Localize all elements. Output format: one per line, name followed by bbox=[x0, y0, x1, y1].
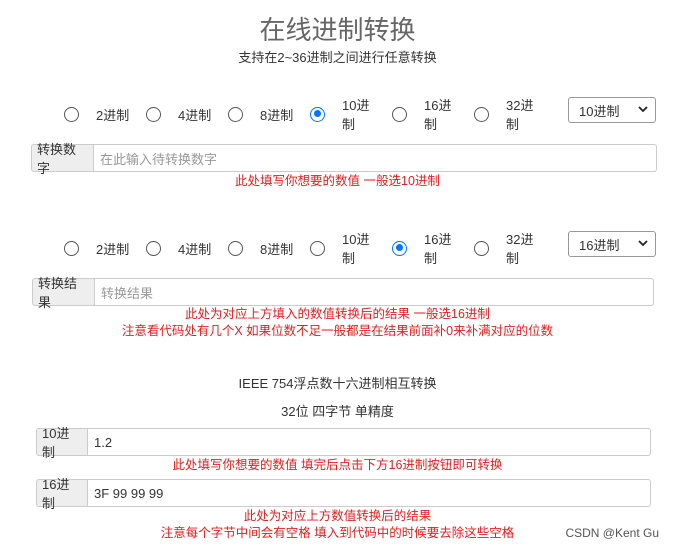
ieee-hex-group: 16进制 3F 99 99 99 bbox=[36, 477, 651, 511]
radio-label: 4进制 bbox=[178, 107, 212, 123]
ieee-subheading: 32位 四字节 单精度 bbox=[281, 404, 394, 419]
radio-button[interactable] bbox=[392, 106, 407, 122]
decimal-value-input[interactable]: 1.2 bbox=[88, 428, 651, 456]
radio-button[interactable] bbox=[146, 106, 161, 122]
watermark: CSDN @Kent Gu bbox=[565, 526, 659, 540]
ieee-decimal-group: 10进制 1.2 bbox=[36, 426, 651, 460]
radio-button[interactable] bbox=[146, 240, 161, 256]
input-radix-4[interactable]: 4进制 bbox=[146, 105, 212, 124]
radio-button[interactable] bbox=[474, 240, 489, 256]
radio-button[interactable] bbox=[228, 240, 243, 256]
select-value: 10进制 bbox=[579, 103, 620, 119]
convert-result-group: 转换结果 转换结果 bbox=[32, 276, 654, 310]
output-note-2: 注意看代码处有几个X 如果位数不足一般都是在结果前面补0来补满对应的位数 bbox=[121, 324, 554, 338]
input-radix-select[interactable]: 10进制 bbox=[568, 97, 656, 123]
output-radix-32[interactable]: 32进制 bbox=[474, 229, 540, 267]
ieee-heading: IEEE 754浮点数十六进制相互转换 bbox=[238, 376, 437, 391]
radio-button[interactable] bbox=[64, 240, 79, 256]
input-radix-32[interactable]: 32进制 bbox=[474, 95, 540, 133]
radio-button[interactable] bbox=[64, 106, 79, 122]
page-title: 在线进制转换 bbox=[259, 15, 416, 45]
radio-button-checked[interactable] bbox=[392, 240, 407, 256]
input-radix-8[interactable]: 8进制 bbox=[228, 105, 294, 124]
decimal-note: 此处填写你想要的数值 填完后点击下方16进制按钮即可转换 bbox=[172, 458, 503, 472]
hex-value-input[interactable]: 3F 99 99 99 bbox=[88, 479, 651, 507]
output-radix-8[interactable]: 8进制 bbox=[228, 239, 294, 258]
radio-button-checked[interactable] bbox=[310, 106, 325, 122]
radio-label: 8进制 bbox=[260, 241, 294, 257]
radio-label: 10进制 bbox=[342, 232, 370, 266]
chevron-down-icon bbox=[638, 106, 648, 113]
radio-button[interactable] bbox=[228, 106, 243, 122]
output-radix-group: 2进制 4进制 8进制 10进制 16进制 32进制 bbox=[64, 232, 556, 266]
input-radix-10[interactable]: 10进制 bbox=[310, 95, 376, 133]
input-note: 此处填写你想要的数值 一般选10进制 bbox=[235, 174, 440, 188]
output-radix-select[interactable]: 16进制 bbox=[568, 231, 656, 257]
input-radix-2[interactable]: 2进制 bbox=[64, 105, 130, 124]
convert-result-output[interactable]: 转换结果 bbox=[95, 278, 654, 306]
radio-button[interactable] bbox=[310, 240, 325, 256]
radio-label: 16进制 bbox=[424, 232, 452, 266]
chevron-down-icon bbox=[638, 240, 648, 247]
convert-number-input[interactable]: 在此输入待转换数字 bbox=[94, 144, 657, 172]
convert-number-group: 转换数字 在此输入待转换数字 bbox=[31, 142, 657, 176]
output-radix-2[interactable]: 2进制 bbox=[64, 239, 130, 258]
convert-result-label: 转换结果 bbox=[32, 276, 95, 310]
radio-label: 32进制 bbox=[506, 232, 534, 266]
output-radix-4[interactable]: 4进制 bbox=[146, 239, 212, 258]
decimal-convert-button[interactable]: 10进制 bbox=[36, 426, 88, 460]
page-subtitle: 支持在2~36进制之间进行任意转换 bbox=[238, 50, 437, 65]
radio-label: 2进制 bbox=[96, 107, 130, 123]
radio-label: 2进制 bbox=[96, 241, 130, 257]
input-radix-16[interactable]: 16进制 bbox=[392, 95, 458, 133]
hex-note-1: 此处为对应上方数值转换后的结果 bbox=[243, 509, 432, 523]
select-value: 16进制 bbox=[579, 237, 620, 253]
output-note-1: 此处为对应上方填入的数值转换后的结果 一般选16进制 bbox=[185, 307, 490, 321]
output-radix-16[interactable]: 16进制 bbox=[392, 229, 458, 267]
radio-button[interactable] bbox=[474, 106, 489, 122]
radio-label: 10进制 bbox=[342, 98, 370, 132]
convert-number-label: 转换数字 bbox=[31, 142, 94, 176]
radio-label: 4进制 bbox=[178, 241, 212, 257]
output-radix-10[interactable]: 10进制 bbox=[310, 229, 376, 267]
radio-label: 32进制 bbox=[506, 98, 534, 132]
input-radix-group: 2进制 4进制 8进制 10进制 16进制 32进制 bbox=[64, 98, 556, 132]
hex-convert-button[interactable]: 16进制 bbox=[36, 477, 88, 511]
radio-label: 16进制 bbox=[424, 98, 452, 132]
radio-label: 8进制 bbox=[260, 107, 294, 123]
